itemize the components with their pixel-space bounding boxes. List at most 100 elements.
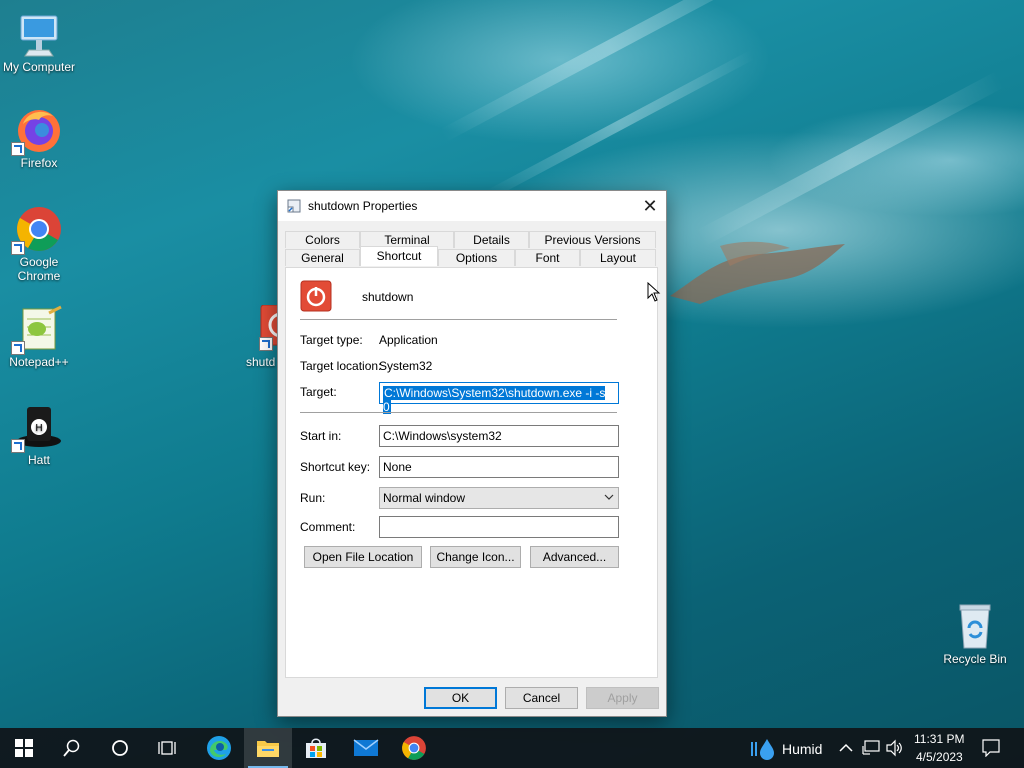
task-view-button[interactable] [144,728,192,768]
comment-input[interactable] [379,516,619,538]
taskbar-mail[interactable] [342,728,390,768]
dialog-title: shutdown Properties [308,199,418,213]
target-input[interactable]: C:\Windows\System32\shutdown.exe -i -s 0 [379,382,619,414]
store-icon [306,738,326,758]
desktop-icon-label: Google Chrome [17,255,61,283]
desktop-icon-label: Recycle Bin [943,652,1007,666]
svg-text:H: H [35,423,43,434]
target-location-label: Target location: [300,359,382,373]
separator [300,319,617,320]
tab-font[interactable]: Font [515,249,580,266]
shortcut-name: shutdown [362,290,414,304]
recycle-bin-icon [951,602,999,650]
separator [300,412,617,413]
desktop-icon-firefox[interactable]: Firefox [1,106,77,170]
shortcut-key-input[interactable]: None [379,456,619,478]
desktop-icon-label: My Computer [2,60,76,74]
taskbar-edge[interactable] [195,728,243,768]
shortcut-key-label: Shortcut key: [300,460,371,474]
start-in-input[interactable]: C:\Windows\system32 [379,425,619,447]
cortana-button[interactable] [96,728,144,768]
chrome-icon [11,205,63,255]
search-icon [63,739,80,757]
desktop-icon-google-chrome[interactable]: Google Chrome [1,205,77,283]
tab-shortcut[interactable]: Shortcut [360,246,438,266]
tab-colors[interactable]: Colors [285,231,360,248]
tab-layout[interactable]: Layout [580,249,656,266]
background-light-streak [695,71,1005,247]
tab-previous-versions[interactable]: Previous Versions [529,231,656,248]
tab-general[interactable]: General [285,249,360,266]
taskbar: Humid 11:31 PM 4/5/2023 [0,728,1024,768]
firefox-icon [11,106,63,156]
tab-row-top: Colors Terminal Details Previous Version… [285,231,656,248]
advanced-button[interactable]: Advanced... [530,546,619,568]
edge-icon [207,736,231,760]
chrome-icon [402,736,426,760]
dialog-titlebar[interactable]: shutdown Properties ✕ [278,191,666,221]
desktop-icon-label: Hatt [27,453,50,467]
tab-row-bottom: General Shortcut Options Font Layout [285,246,656,266]
start-in-label: Start in: [300,429,342,443]
clock-time[interactable]: 11:31 PM [914,732,964,746]
run-label: Run: [300,491,326,505]
shutdown-icon [300,280,332,312]
windows-logo-icon [15,739,33,757]
comment-label: Comment: [300,520,356,534]
close-button[interactable]: ✕ [634,191,666,221]
tab-details[interactable]: Details [454,231,529,248]
taskbar-chrome[interactable] [390,728,438,768]
weather-text[interactable]: Humid [782,741,822,757]
shortcut-arrow-icon [11,142,25,156]
shortcut-arrow-icon [11,241,25,255]
open-file-location-button[interactable]: Open File Location [304,546,422,568]
close-icon: ✕ [642,195,658,216]
shortcut-arrow-icon [259,337,273,351]
start-button[interactable] [0,728,48,768]
background-light-streak [485,50,755,200]
desktop-icon-recycle-bin[interactable]: Recycle Bin [937,602,1013,666]
tab-options[interactable]: Options [438,249,515,266]
mouse-cursor-icon [647,282,661,302]
mermaid-tail-decoration [670,241,845,304]
volume-icon[interactable] [885,739,903,757]
taskbar-store[interactable] [292,728,340,768]
mail-icon [353,739,379,756]
shortcut-arrow-icon [11,341,25,355]
desktop-icon-notepadpp[interactable]: Notepad++ [1,305,77,369]
hatt-icon: H [11,403,63,453]
desktop-icon-label: Notepad++ [9,355,69,369]
shortcut-file-icon [287,199,301,213]
chevron-up-icon[interactable] [839,742,853,754]
weather-widget[interactable] [750,738,776,760]
search-button[interactable] [48,728,96,768]
run-select[interactable]: Normal window [379,487,619,509]
shortcut-tab-panel: shutdown Target type: Application Target… [285,267,658,678]
target-type-label: Target type: [300,333,363,347]
ok-button[interactable]: OK [424,687,497,709]
monitor-icon [15,10,63,58]
target-type-value: Application [379,333,438,347]
chevron-down-icon [604,494,614,500]
notifications-icon[interactable] [982,739,1000,757]
run-select-value: Normal window [383,491,466,505]
apply-button[interactable]: Apply [586,687,659,709]
cortana-icon [112,740,128,756]
change-icon-button[interactable]: Change Icon... [430,546,521,568]
desktop-icon-label: Firefox [20,156,58,170]
target-label: Target: [300,385,337,399]
task-view-icon [158,741,176,755]
network-icon[interactable] [862,740,880,756]
notepadpp-icon [11,305,63,355]
target-location-value: System32 [379,359,433,373]
shortcut-arrow-icon [11,439,25,453]
taskbar-file-explorer[interactable] [244,728,292,768]
humidity-drop-icon [751,739,774,760]
cancel-button[interactable]: Cancel [505,687,578,709]
desktop-icon-my-computer[interactable]: My Computer [1,10,77,74]
desktop-icon-hatt[interactable]: H Hatt [1,403,77,467]
target-input-value: C:\Windows\System32\shutdown.exe -i -s 0 [383,386,606,414]
clock-date[interactable]: 4/5/2023 [916,750,963,764]
shortcut-properties-dialog: shutdown Properties ✕ Colors Terminal De… [277,190,667,717]
folder-icon [257,741,279,757]
